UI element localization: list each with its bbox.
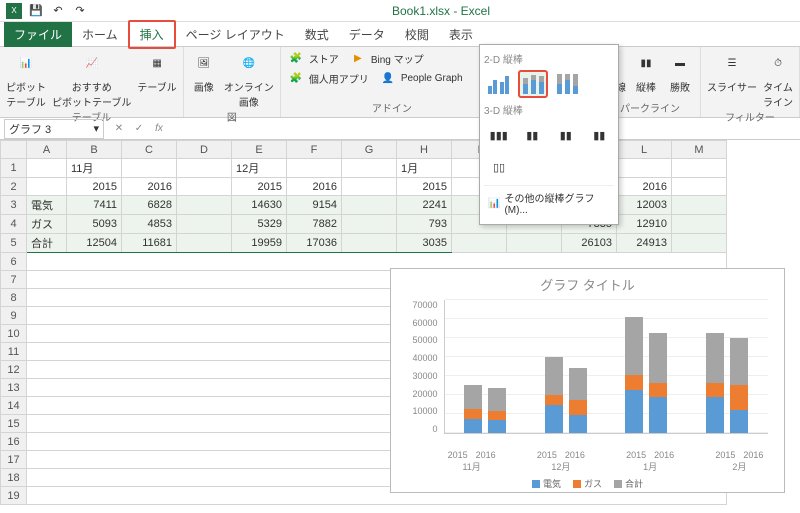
- more-column-charts[interactable]: 📊その他の縦棒グラフ(M)...: [484, 185, 614, 220]
- x-axis: 2015201611月2015201612月201520161月20152016…: [427, 450, 784, 473]
- table-button[interactable]: ▦テーブル: [137, 49, 176, 109]
- save-icon[interactable]: 💾: [28, 3, 44, 19]
- col-F[interactable]: F: [287, 141, 342, 159]
- slicer-button[interactable]: ☰スライサー: [707, 49, 757, 109]
- confirm-icon[interactable]: ✓: [132, 122, 146, 136]
- group-label-filter: フィルター: [707, 109, 793, 124]
- tab-view[interactable]: 表示: [439, 22, 483, 47]
- ribbon-tabs: ファイル ホーム 挿入 ページ レイアウト 数式 データ 校閲 表示: [0, 22, 800, 46]
- tab-data[interactable]: データ: [339, 22, 395, 47]
- chart-plot-area: 700006000050000400003000020000100000: [408, 300, 768, 450]
- ribbon-group-tables: 📊ピボット テーブル 📈おすすめ ピボットテーブル ▦テーブル テーブル: [0, 47, 184, 117]
- col-C[interactable]: C: [122, 141, 177, 159]
- tab-insert[interactable]: 挿入: [128, 20, 176, 49]
- window-title: Book1.xlsx - Excel: [88, 4, 794, 18]
- legend-swatch-gas: [573, 480, 581, 488]
- chart-3d-clustered[interactable]: ▮▮▮: [484, 121, 514, 149]
- bing-maps-button[interactable]: ▶Bing マップ: [349, 49, 424, 67]
- timeline-button[interactable]: ⏱タイム ライン: [763, 49, 793, 109]
- legend-swatch-total: [614, 480, 622, 488]
- ribbon: 📊ピボット テーブル 📈おすすめ ピボットテーブル ▦テーブル テーブル 🖼画像…: [0, 46, 800, 118]
- chart-3d-cylinder[interactable]: ▯▯: [484, 153, 514, 181]
- people-graph-button[interactable]: 👤People Graph: [379, 69, 463, 87]
- fx-icon[interactable]: fx: [152, 122, 166, 136]
- name-box[interactable]: グラフ 3▾: [4, 119, 104, 139]
- col-B[interactable]: B: [67, 141, 122, 159]
- col-L[interactable]: L: [617, 141, 672, 159]
- group-label-addins: アドイン: [287, 100, 497, 115]
- chart-3d-stacked[interactable]: ▮▮: [518, 121, 548, 149]
- pivot-table-button[interactable]: 📊ピボット テーブル: [6, 49, 46, 109]
- chart-type-menu: 2-D 縦棒 3-D 縦棒 ▮▮▮ ▮▮ ▮▮ ▮▮ ▯▯ 📊その他の縦棒グラフ…: [479, 44, 619, 225]
- online-image-button[interactable]: 🌐オンライン 画像: [224, 49, 274, 109]
- title-bar: X 💾 ↶ ↷ Book1.xlsx - Excel: [0, 0, 800, 22]
- tab-home[interactable]: ホーム: [72, 22, 128, 47]
- chart-clustered-column[interactable]: [484, 70, 514, 98]
- table-row: 5合計1250411681199591703630352610324913: [1, 234, 727, 253]
- chart-legend: 電気 ガス 合計: [391, 477, 784, 490]
- col-A[interactable]: A: [27, 141, 67, 159]
- col-M[interactable]: M: [672, 141, 727, 159]
- legend-swatch-elec: [532, 480, 540, 488]
- quick-access-toolbar: X 💾 ↶ ↷: [6, 3, 88, 19]
- image-button[interactable]: 🖼画像: [190, 49, 218, 109]
- tab-file[interactable]: ファイル: [4, 22, 72, 47]
- chart-3d-column[interactable]: ▮▮: [585, 121, 615, 149]
- chart-title[interactable]: グラフ タイトル: [391, 275, 784, 294]
- menu-section-3d: 3-D 縦棒: [484, 102, 614, 117]
- chart-stacked-column[interactable]: [518, 70, 548, 98]
- y-axis: 700006000050000400003000020000100000: [408, 300, 442, 434]
- sparkline-winloss-button[interactable]: ▬勝敗: [666, 49, 694, 94]
- chevron-down-icon: ▾: [93, 122, 99, 135]
- my-apps-button[interactable]: 🧩個人用アプリ: [287, 69, 369, 87]
- col-E[interactable]: E: [232, 141, 287, 159]
- cancel-icon[interactable]: ✕: [112, 122, 126, 136]
- ribbon-group-images: 🖼画像 🌐オンライン 画像 図: [184, 47, 281, 117]
- sparkline-column-button[interactable]: ▮▮縦棒: [632, 49, 660, 94]
- col-G[interactable]: G: [342, 141, 397, 159]
- chart-100-stacked-column[interactable]: [552, 70, 582, 98]
- select-all[interactable]: [1, 141, 27, 159]
- recommended-pivot-button[interactable]: 📈おすすめ ピボットテーブル: [52, 49, 131, 109]
- chart-3d-100-stacked[interactable]: ▮▮: [551, 121, 581, 149]
- undo-icon[interactable]: ↶: [50, 3, 66, 19]
- col-H[interactable]: H: [397, 141, 452, 159]
- ribbon-group-filter: ☰スライサー ⏱タイム ライン フィルター: [701, 47, 800, 117]
- redo-icon[interactable]: ↷: [72, 3, 88, 19]
- plot-area: [444, 300, 768, 434]
- col-D[interactable]: D: [177, 141, 232, 159]
- formula-bar: グラフ 3▾ ✕ ✓ fx: [0, 118, 800, 140]
- menu-section-2d: 2-D 縦棒: [484, 51, 614, 66]
- ribbon-group-addins: 🧩ストア ▶Bing マップ 🧩個人用アプリ 👤People Graph アドイ…: [281, 47, 504, 117]
- bar-chart-icon: 📊: [488, 198, 500, 209]
- store-button[interactable]: 🧩ストア: [287, 49, 339, 67]
- embedded-chart[interactable]: グラフ タイトル 7000060000500004000030000200001…: [390, 268, 785, 493]
- tab-formula[interactable]: 数式: [295, 22, 339, 47]
- excel-icon: X: [6, 3, 22, 19]
- tab-page-layout[interactable]: ページ レイアウト: [176, 22, 295, 47]
- group-label-images: 図: [190, 109, 274, 124]
- tab-review[interactable]: 校閲: [395, 22, 439, 47]
